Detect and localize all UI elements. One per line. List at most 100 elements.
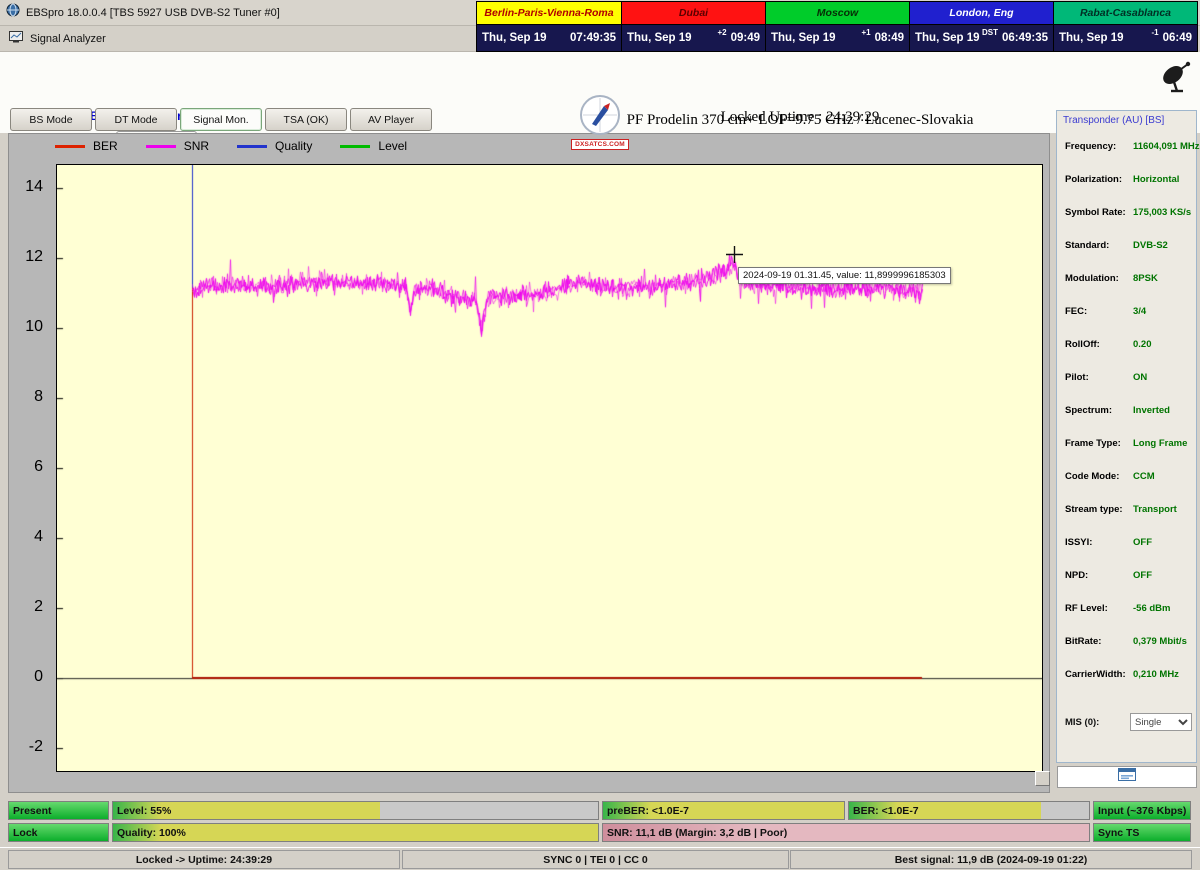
transponder-row: RollOff: 0.20 xyxy=(1065,339,1192,353)
transponder-row: Standard:DVB-S2 xyxy=(1065,240,1192,254)
window-title: EBSpro 18.0.0.4 [TBS 5927 USB DVB-S2 Tun… xyxy=(26,7,280,19)
status-cell-label: BER: <1.0E-7 xyxy=(849,805,919,817)
clock-time-display: Thu, Sep 19DST 06:49:35 xyxy=(910,25,1053,51)
app-globe-icon xyxy=(6,3,20,22)
statusbar-best-signal: Best signal: 11,9 dB (2024-09-19 01:22) xyxy=(790,850,1192,869)
y-axis-label: 14 xyxy=(11,178,43,196)
transponder-row-value: OFF xyxy=(1133,570,1152,581)
tab-dt-mode[interactable]: DT Mode xyxy=(95,108,177,131)
crosshair-cursor-icon xyxy=(726,246,743,263)
status-cell-ber: BER: <1.0E-7 xyxy=(848,801,1090,820)
transponder-panel-title: Transponder (AU) [BS] xyxy=(1063,115,1164,126)
transponder-row: BitRate:0,379 Mbit/s xyxy=(1065,636,1192,650)
legend-swatch-icon xyxy=(55,145,85,148)
tab-av-player[interactable]: AV Player xyxy=(350,108,432,131)
transponder-row-value: -56 dBm xyxy=(1133,603,1170,614)
status-cell-preber: preBER: <1.0E-7 xyxy=(602,801,845,820)
clock-column: London, EngThu, Sep 19DST06:49:35 xyxy=(909,2,1053,51)
transponder-row-label: FEC: xyxy=(1065,306,1087,317)
transponder-row-label: Spectrum: xyxy=(1065,405,1112,416)
tab-tsa-ok-[interactable]: TSA (OK) xyxy=(265,108,347,131)
transponder-row: Spectrum:Inverted xyxy=(1065,405,1192,419)
transponder-row-value: 8PSK xyxy=(1133,273,1158,284)
chart-corner-button[interactable] xyxy=(1035,771,1050,786)
clock-city-label: Dubai xyxy=(622,2,765,25)
legend-item-ber: BER xyxy=(55,139,118,153)
transponder-row-label: ISSYI: xyxy=(1065,537,1092,548)
transponder-row-value: 0.20 xyxy=(1133,339,1152,350)
clock-date: Thu, Sep 19 xyxy=(771,32,836,44)
legend-swatch-icon xyxy=(237,145,267,148)
clock-column: MoscowThu, Sep 19+108:49 xyxy=(765,2,909,51)
clock-utc-offset: -1 xyxy=(1151,28,1158,37)
transponder-row-value: 0,210 MHz xyxy=(1133,669,1179,680)
transponder-row-label: Symbol Rate: xyxy=(1065,207,1126,218)
menu-item-signal-analyzer[interactable]: Signal Analyzer xyxy=(30,33,106,45)
y-axis-label: 8 xyxy=(11,388,43,406)
app-window: EBSpro 18.0.0.4 [TBS 5927 USB DVB-S2 Tun… xyxy=(0,0,1200,870)
clock-utc-offset: DST xyxy=(982,28,998,37)
transponder-row-value: CCM xyxy=(1133,471,1155,482)
tab-bs-mode[interactable]: BS Mode xyxy=(10,108,92,131)
status-cell-sync: Sync TS xyxy=(1093,823,1191,842)
panel-tool-button[interactable] xyxy=(1057,766,1197,788)
mis-row: MIS (0): Single xyxy=(1065,713,1192,731)
transponder-row: Code Mode: CCM xyxy=(1065,471,1192,485)
status-row-1: PresentLevel: 55%preBER: <1.0E-7BER: <1.… xyxy=(8,801,1192,820)
status-cell-label: SNR: 11,1 dB (Margin: 3,2 dB | Poor) xyxy=(603,827,787,839)
transponder-row-label: Code Mode: xyxy=(1065,471,1119,482)
transponder-row-label: RollOff: xyxy=(1065,339,1100,350)
legend-swatch-icon xyxy=(340,145,370,148)
transponder-row: Pilot:ON xyxy=(1065,372,1192,386)
transponder-row-value: 11604,091 MHz xyxy=(1133,141,1200,152)
status-cell-snr: SNR: 11,1 dB (Margin: 3,2 dB | Poor) xyxy=(602,823,1090,842)
legend-label: Level xyxy=(378,139,407,153)
chart-tooltip: 2024-09-19 01.31.45, value: 11,899999618… xyxy=(738,267,951,284)
world-clocks: Berlin-Paris-Vienna-RomaThu, Sep 1907:49… xyxy=(476,1,1198,52)
transponder-row-value: OFF xyxy=(1133,537,1152,548)
clock-time-display: Thu, Sep 19+209:49 xyxy=(622,25,765,51)
mis-label: MIS (0): xyxy=(1065,717,1099,728)
transponder-row-label: Stream type: xyxy=(1065,504,1123,515)
transponder-row-value: Horizontal xyxy=(1133,174,1179,185)
transponder-row-value: ON xyxy=(1133,372,1147,383)
legend-label: Quality xyxy=(275,139,312,153)
transponder-row-label: Polarization: xyxy=(1065,174,1122,185)
status-cell-label: preBER: <1.0E-7 xyxy=(603,805,689,817)
clock-city-label: Berlin-Paris-Vienna-Roma xyxy=(477,2,621,25)
transponder-row: ISSYI: OFF xyxy=(1065,537,1192,551)
y-axis-label: 4 xyxy=(11,528,43,546)
mis-select[interactable]: Single xyxy=(1130,713,1192,731)
clock-date: Thu, Sep 19 xyxy=(915,32,980,44)
status-cell-quality: Quality: 100% xyxy=(112,823,599,842)
status-cell-lock: Lock xyxy=(8,823,109,842)
status-cell-level: Level: 55% xyxy=(112,801,599,820)
chart-legend: BER SNR Quality Level xyxy=(55,139,407,153)
logo-text: DXSATCS.COM xyxy=(571,139,629,150)
clock-city-label: Moscow xyxy=(766,2,909,25)
clock-column: Berlin-Paris-Vienna-RomaThu, Sep 1907:49… xyxy=(477,2,621,51)
tab-signal-mon-[interactable]: Signal Mon. xyxy=(180,108,262,131)
clock-time-value: 06:49:35 xyxy=(1002,32,1048,44)
clock-time-value: 09:49 xyxy=(731,32,760,44)
y-axis-label: 10 xyxy=(11,318,43,336)
legend-item-snr: SNR xyxy=(146,139,209,153)
status-cell-label: Quality: 100% xyxy=(113,827,186,839)
signal-plot-canvas[interactable] xyxy=(57,165,1042,771)
legend-swatch-icon xyxy=(146,145,176,148)
clock-column: Rabat-CasablancaThu, Sep 19-106:49 xyxy=(1053,2,1197,51)
transponder-row-label: RF Level: xyxy=(1065,603,1108,614)
clock-date: Thu, Sep 19 xyxy=(627,32,692,44)
statusbar: Locked -> Uptime: 24:39:29 SYNC 0 | TEI … xyxy=(0,847,1200,870)
transponder-row-label: CarrierWidth: xyxy=(1065,669,1126,680)
transponder-row: Polarization: Horizontal xyxy=(1065,174,1192,188)
transponder-row: Stream type: Transport xyxy=(1065,504,1192,518)
transponder-row: NPD:OFF xyxy=(1065,570,1192,584)
clock-time-display: Thu, Sep 19+108:49 xyxy=(766,25,909,51)
legend-label: BER xyxy=(93,139,118,153)
transponder-row: FEC:3/4 xyxy=(1065,306,1192,320)
transponder-row-value: Transport xyxy=(1133,504,1177,515)
transponder-row-value: 175,003 KS/s xyxy=(1133,207,1191,218)
mode-tabs: BS ModeDT ModeSignal Mon.TSA (OK)AV Play… xyxy=(10,108,432,131)
transponder-row: RF Level: -56 dBm xyxy=(1065,603,1192,617)
